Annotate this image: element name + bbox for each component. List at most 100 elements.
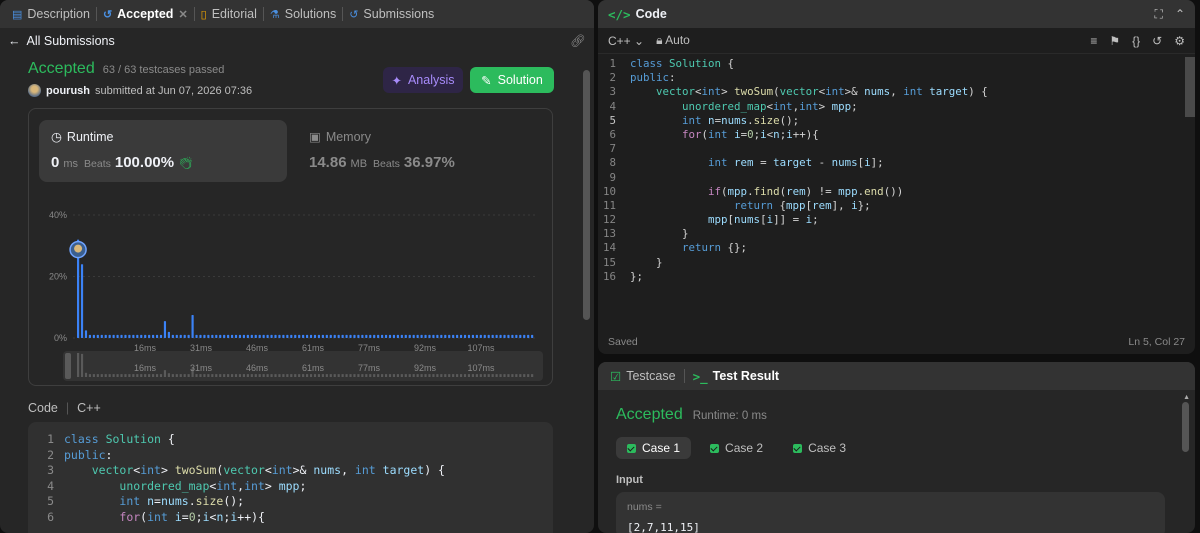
range-bar bbox=[159, 374, 163, 377]
range-bar bbox=[412, 374, 415, 377]
format-icon[interactable]: ≡ bbox=[1090, 34, 1097, 48]
case-tab-3[interactable]: Case 3 bbox=[782, 437, 857, 459]
chart-bar bbox=[416, 334, 419, 338]
editor-line[interactable]: 11 return {mpp[rem], i}; bbox=[598, 199, 1195, 213]
range-tick-label: 61ms bbox=[302, 363, 325, 373]
chart-bar bbox=[463, 334, 467, 338]
range-bar bbox=[349, 374, 352, 377]
chart-bar bbox=[448, 334, 451, 338]
tab-accepted[interactable]: ↺ Accepted ✕ bbox=[97, 0, 194, 28]
editor-line[interactable]: 3 vector<int> twoSum(vector<int>& nums, … bbox=[598, 85, 1195, 99]
scrollbar[interactable] bbox=[583, 70, 590, 320]
test-scrollbar[interactable] bbox=[1182, 402, 1189, 452]
editor-line[interactable]: 8 int rem = target - nums[i]; bbox=[598, 156, 1195, 170]
chart-bar bbox=[155, 334, 159, 338]
close-icon[interactable]: ✕ bbox=[178, 8, 187, 21]
chart-bar bbox=[183, 334, 186, 338]
range-bar bbox=[459, 374, 463, 377]
analysis-button[interactable]: ✦ Analysis bbox=[383, 67, 463, 93]
editor-line[interactable]: 16}; bbox=[598, 270, 1195, 284]
editor-title: Code bbox=[635, 7, 667, 21]
chevron-up-icon[interactable]: ⌃ bbox=[1175, 7, 1185, 22]
runtime-card[interactable]: ◷ Runtime 0 ms Beats 100.00% 👏︎ bbox=[39, 120, 287, 182]
chart-bar bbox=[80, 264, 84, 338]
range-bar bbox=[132, 374, 135, 377]
editor-line[interactable]: 5 int n=nums.size(); bbox=[598, 114, 1195, 128]
code-editor[interactable]: 1 class Solution {2 public: 3 vector<int> t… bbox=[598, 57, 1195, 327]
range-bar bbox=[321, 374, 324, 377]
saved-status: Saved bbox=[608, 336, 638, 348]
chart-bar bbox=[163, 321, 167, 338]
language-select[interactable]: C++ ⌄ bbox=[608, 34, 644, 48]
tab-solutions[interactable]: ⚗ Solutions bbox=[264, 0, 342, 28]
memory-unit: MB bbox=[350, 158, 368, 170]
editor-line[interactable]: 15 } bbox=[598, 256, 1195, 270]
line-number: 10 bbox=[602, 184, 616, 198]
chart-bar bbox=[290, 334, 293, 338]
editor-header: </> Code ⛶ ⌃ bbox=[598, 0, 1195, 28]
case-label: Case 3 bbox=[808, 441, 847, 455]
username[interactable]: pourush bbox=[46, 85, 90, 97]
tab-editorial[interactable]: ▯ Editorial bbox=[195, 0, 263, 28]
case-tab-1[interactable]: Case 1 bbox=[616, 437, 692, 459]
range-bar bbox=[144, 374, 147, 377]
range-bar bbox=[77, 353, 80, 377]
editor-scrollbar[interactable] bbox=[1185, 57, 1195, 117]
settings-icon[interactable]: ⚙ bbox=[1174, 34, 1185, 48]
braces-icon[interactable]: {} bbox=[1132, 34, 1140, 48]
range-bar bbox=[290, 374, 293, 377]
bookmark-icon[interactable]: ⚑ bbox=[1109, 34, 1120, 48]
tab-submissions[interactable]: ↺ Submissions bbox=[343, 0, 440, 28]
code-language: C++ bbox=[77, 401, 101, 415]
range-bar bbox=[483, 374, 486, 377]
chart-bar bbox=[519, 334, 522, 338]
submitted-time: submitted at Jun 07, 2026 07:36 bbox=[95, 84, 253, 97]
solution-button[interactable]: ✎ Solution bbox=[470, 67, 554, 93]
link-icon[interactable]: 🔗︎ bbox=[570, 34, 586, 49]
chevron-down-icon: ⌄ bbox=[634, 33, 645, 48]
chart-bar bbox=[128, 334, 131, 338]
editor-line[interactable]: 14 return {}; bbox=[598, 241, 1195, 255]
range-bar bbox=[357, 374, 360, 377]
chart-bar bbox=[262, 334, 265, 338]
editor-line[interactable]: 4 unordered_map<int,int> mpp; bbox=[598, 100, 1195, 114]
editor-line[interactable]: 6 for(int i=0;i<n;i++){ bbox=[598, 128, 1195, 142]
maximize-icon[interactable]: ⛶ bbox=[1155, 7, 1163, 22]
range-bar bbox=[400, 374, 403, 377]
editor-line[interactable]: 12 mpp[nums[i]] = i; bbox=[598, 213, 1195, 227]
editor-line[interactable]: 1 class Solution { bbox=[598, 57, 1195, 71]
editor-line[interactable]: 2 public: bbox=[598, 71, 1195, 85]
case-tab-2[interactable]: Case 2 bbox=[699, 437, 774, 459]
y-tick-label: 40% bbox=[49, 210, 67, 220]
range-bar bbox=[309, 374, 313, 377]
avatar[interactable] bbox=[28, 84, 41, 97]
tab-description[interactable]: ▤ Description bbox=[6, 0, 96, 28]
avatar-marker-face bbox=[74, 244, 83, 253]
range-bar bbox=[487, 374, 490, 377]
back-to-submissions[interactable]: ← All Submissions bbox=[8, 34, 115, 48]
chart-bar bbox=[266, 334, 269, 338]
tab-editorial-label: Editorial bbox=[211, 7, 257, 21]
chart-bar bbox=[507, 334, 510, 338]
chart-bar bbox=[167, 331, 170, 338]
tab-test-result[interactable]: >_ Test Result bbox=[693, 369, 780, 384]
line-number: 12 bbox=[602, 213, 616, 227]
reset-icon[interactable]: ↺ bbox=[1152, 34, 1162, 48]
line-number: 15 bbox=[602, 255, 616, 269]
range-bar bbox=[432, 374, 435, 377]
editor-line[interactable]: 7 bbox=[598, 142, 1195, 156]
runtime-unit: ms bbox=[63, 158, 79, 170]
runtime-distribution-chart[interactable]: 40%20%0%16ms 31ms 46ms 61ms 77ms 92ms 107ms16m… bbox=[37, 193, 547, 383]
auto-mode[interactable]: 🔒︎ Auto bbox=[656, 33, 690, 48]
editor-line[interactable]: 13 } bbox=[598, 227, 1195, 241]
memory-card[interactable]: ▣ Memory 14.86 MB Beats 36.97% bbox=[297, 120, 545, 182]
chart-bar bbox=[88, 334, 92, 338]
range-bar bbox=[452, 374, 455, 377]
range-bar bbox=[120, 374, 123, 377]
left-tabbar: ▤ Description ↺ Accepted ✕ ▯ Editorial ⚗… bbox=[0, 0, 594, 28]
editor-line[interactable]: 10 if(mpp.find(rem) != mpp.end()) bbox=[598, 185, 1195, 199]
code-line: 4 unordered_map<int,int> mpp; bbox=[28, 479, 553, 495]
editor-line[interactable]: 9 bbox=[598, 171, 1195, 185]
tab-testcase[interactable]: ☑ Testcase bbox=[610, 369, 676, 384]
scroll-up-icon[interactable]: ▲ bbox=[1183, 394, 1190, 401]
